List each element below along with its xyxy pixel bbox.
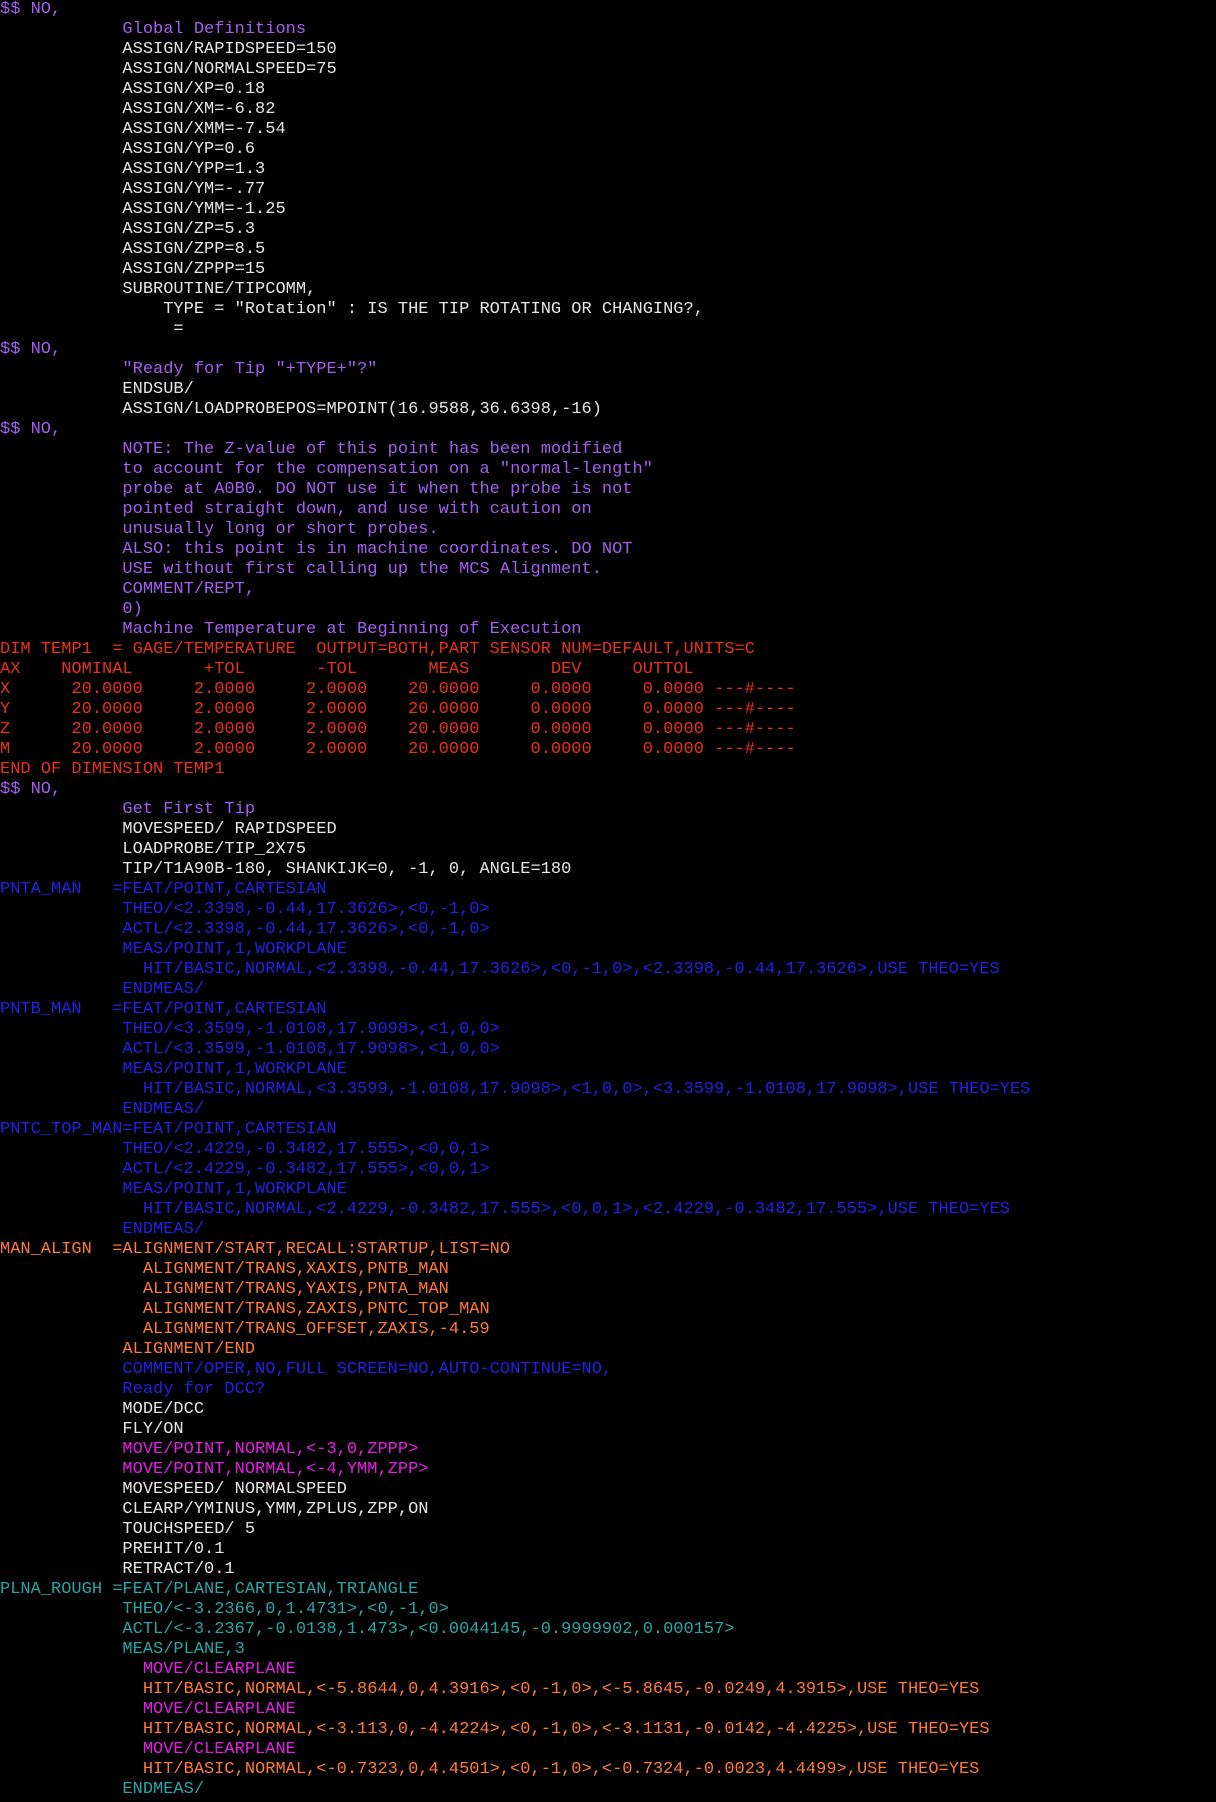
code-line[interactable]: MOVE/CLEARPLANE <box>0 1740 1216 1760</box>
code-line[interactable]: ASSIGN/XMM=-7.54 <box>0 120 1216 140</box>
code-line[interactable]: ASSIGN/XM=-6.82 <box>0 100 1216 120</box>
code-line[interactable]: NOTE: The Z-value of this point has been… <box>0 440 1216 460</box>
code-line[interactable]: THEO/<2.4229,-0.3482,17.555>,<0,0,1> <box>0 1140 1216 1160</box>
code-line[interactable]: MOVE/POINT,NORMAL,<-3,0,ZPPP> <box>0 1440 1216 1460</box>
code-line[interactable]: COMMENT/REPT, <box>0 580 1216 600</box>
code-line[interactable]: ASSIGN/NORMALSPEED=75 <box>0 60 1216 80</box>
code-line[interactable]: CLEARP/YMINUS,YMM,ZPLUS,ZPP,ON <box>0 1500 1216 1520</box>
code-line[interactable]: MOVE/CLEARPLANE <box>0 1660 1216 1680</box>
code-line[interactable]: MEAS/POINT,1,WORKPLANE <box>0 1180 1216 1200</box>
code-line[interactable]: THEO/<-3.2366,0,1.4731>,<0,-1,0> <box>0 1600 1216 1620</box>
code-line[interactable]: FLY/ON <box>0 1420 1216 1440</box>
code-line[interactable]: ENDMEAS/ <box>0 980 1216 1000</box>
code-line[interactable]: MOVE/POINT,NORMAL,<-4,YMM,ZPP> <box>0 1460 1216 1480</box>
code-line[interactable]: MEAS/PLANE,3 <box>0 1640 1216 1660</box>
code-line[interactable]: Y 20.0000 2.0000 2.0000 20.0000 0.0000 0… <box>0 700 1216 720</box>
code-line[interactable]: PNTA_MAN =FEAT/POINT,CARTESIAN <box>0 880 1216 900</box>
code-line[interactable]: ALIGNMENT/TRANS,YAXIS,PNTA_MAN <box>0 1280 1216 1300</box>
code-line[interactable]: ENDSUB/ <box>0 380 1216 400</box>
code-line[interactable]: Ready for DCC? <box>0 1380 1216 1400</box>
program-listing[interactable]: $$ NO, Global Definitions ASSIGN/RAPIDSP… <box>0 0 1216 1802</box>
code-line[interactable]: DIM TEMP1 = GAGE/TEMPERATURE OUTPUT=BOTH… <box>0 640 1216 660</box>
code-line[interactable]: HIT/BASIC,NORMAL,<-3.113,0,-4.4224>,<0,-… <box>0 1720 1216 1740</box>
code-line[interactable]: ACTL/<2.4229,-0.3482,17.555>,<0,0,1> <box>0 1160 1216 1180</box>
code-line[interactable]: MEAS/POINT,1,WORKPLANE <box>0 940 1216 960</box>
code-line[interactable]: RETRACT/0.1 <box>0 1560 1216 1580</box>
code-line[interactable]: PNTB_MAN =FEAT/POINT,CARTESIAN <box>0 1000 1216 1020</box>
code-line[interactable]: Z 20.0000 2.0000 2.0000 20.0000 0.0000 0… <box>0 720 1216 740</box>
code-line[interactable]: ASSIGN/YMM=-1.25 <box>0 200 1216 220</box>
code-line[interactable]: Get First Tip <box>0 800 1216 820</box>
code-line[interactable]: ASSIGN/RAPIDSPEED=150 <box>0 40 1216 60</box>
code-line[interactable]: probe at A0B0. DO NOT use it when the pr… <box>0 480 1216 500</box>
code-line[interactable]: $$ NO, <box>0 420 1216 440</box>
code-line[interactable]: $$ NO, <box>0 0 1216 20</box>
code-line[interactable]: COMMENT/OPER,NO,FULL SCREEN=NO,AUTO-CONT… <box>0 1360 1216 1380</box>
code-line[interactable]: ASSIGN/ZP=5.3 <box>0 220 1216 240</box>
code-line[interactable]: MODE/DCC <box>0 1400 1216 1420</box>
code-line[interactable]: ALIGNMENT/END <box>0 1340 1216 1360</box>
code-line[interactable]: HIT/BASIC,NORMAL,<-0.7323,0,4.4501>,<0,-… <box>0 1760 1216 1780</box>
code-line[interactable]: ASSIGN/XP=0.18 <box>0 80 1216 100</box>
code-line[interactable]: ENDMEAS/ <box>0 1780 1216 1800</box>
code-line[interactable]: X 20.0000 2.0000 2.0000 20.0000 0.0000 0… <box>0 680 1216 700</box>
code-line[interactable]: ASSIGN/LOADPROBEPOS=MPOINT(16.9588,36.63… <box>0 400 1216 420</box>
code-line[interactable]: unusually long or short probes. <box>0 520 1216 540</box>
code-line[interactable]: HIT/BASIC,NORMAL,<2.4229,-0.3482,17.555>… <box>0 1200 1216 1220</box>
code-line[interactable]: "Ready for Tip "+TYPE+"?" <box>0 360 1216 380</box>
code-line[interactable]: ACTL/<3.3599,-1.0108,17.9098>,<1,0,0> <box>0 1040 1216 1060</box>
code-line[interactable]: = <box>0 320 1216 340</box>
code-line[interactable]: PREHIT/0.1 <box>0 1540 1216 1560</box>
code-line[interactable]: HIT/BASIC,NORMAL,<-5.8644,0,4.3916>,<0,-… <box>0 1680 1216 1700</box>
code-line[interactable]: ASSIGN/YM=-.77 <box>0 180 1216 200</box>
code-line[interactable]: TYPE = "Rotation" : IS THE TIP ROTATING … <box>0 300 1216 320</box>
code-line[interactable]: ALSO: this point is in machine coordinat… <box>0 540 1216 560</box>
code-line[interactable]: ALIGNMENT/TRANS,ZAXIS,PNTC_TOP_MAN <box>0 1300 1216 1320</box>
code-line[interactable]: ALIGNMENT/TRANS_OFFSET,ZAXIS,-4.59 <box>0 1320 1216 1340</box>
code-line[interactable]: ALIGNMENT/TRANS,XAXIS,PNTB_MAN <box>0 1260 1216 1280</box>
code-line[interactable]: $$ NO, <box>0 780 1216 800</box>
code-line[interactable]: ACTL/<-3.2367,-0.0138,1.473>,<0.0044145,… <box>0 1620 1216 1640</box>
code-line[interactable]: TOUCHSPEED/ 5 <box>0 1520 1216 1540</box>
code-line[interactable]: SUBROUTINE/TIPCOMM, <box>0 280 1216 300</box>
code-line[interactable]: HIT/BASIC,NORMAL,<2.3398,-0.44,17.3626>,… <box>0 960 1216 980</box>
code-line[interactable]: ASSIGN/ZPP=8.5 <box>0 240 1216 260</box>
code-line[interactable]: to account for the compensation on a "no… <box>0 460 1216 480</box>
code-line[interactable]: MEAS/POINT,1,WORKPLANE <box>0 1060 1216 1080</box>
code-line[interactable]: PNTC_TOP_MAN=FEAT/POINT,CARTESIAN <box>0 1120 1216 1140</box>
code-line[interactable]: Global Definitions <box>0 20 1216 40</box>
code-line[interactable]: 0) <box>0 600 1216 620</box>
code-line[interactable]: MOVE/CLEARPLANE <box>0 1700 1216 1720</box>
code-line[interactable]: pointed straight down, and use with caut… <box>0 500 1216 520</box>
code-line[interactable]: TIP/T1A90B-180, SHANKIJK=0, -1, 0, ANGLE… <box>0 860 1216 880</box>
code-line[interactable]: ASSIGN/YP=0.6 <box>0 140 1216 160</box>
code-line[interactable]: END OF DIMENSION TEMP1 <box>0 760 1216 780</box>
code-line[interactable]: USE without first calling up the MCS Ali… <box>0 560 1216 580</box>
code-line[interactable]: ASSIGN/YPP=1.3 <box>0 160 1216 180</box>
code-line[interactable]: MOVESPEED/ NORMALSPEED <box>0 1480 1216 1500</box>
code-line[interactable]: THEO/<2.3398,-0.44,17.3626>,<0,-1,0> <box>0 900 1216 920</box>
code-line[interactable]: THEO/<3.3599,-1.0108,17.9098>,<1,0,0> <box>0 1020 1216 1040</box>
code-line[interactable]: ACTL/<2.3398,-0.44,17.3626>,<0,-1,0> <box>0 920 1216 940</box>
code-line[interactable]: ASSIGN/ZPPP=15 <box>0 260 1216 280</box>
code-line[interactable]: PLNA_ROUGH =FEAT/PLANE,CARTESIAN,TRIANGL… <box>0 1580 1216 1600</box>
code-line[interactable]: LOADPROBE/TIP_2X75 <box>0 840 1216 860</box>
code-line[interactable]: ENDMEAS/ <box>0 1100 1216 1120</box>
code-line[interactable]: MOVESPEED/ RAPIDSPEED <box>0 820 1216 840</box>
code-line[interactable]: M 20.0000 2.0000 2.0000 20.0000 0.0000 0… <box>0 740 1216 760</box>
code-line[interactable]: ENDMEAS/ <box>0 1220 1216 1240</box>
code-line[interactable]: $$ NO, <box>0 340 1216 360</box>
code-line[interactable]: Machine Temperature at Beginning of Exec… <box>0 620 1216 640</box>
code-line[interactable]: AX NOMINAL +TOL -TOL MEAS DEV OUTTOL <box>0 660 1216 680</box>
code-line[interactable]: MAN_ALIGN =ALIGNMENT/START,RECALL:STARTU… <box>0 1240 1216 1260</box>
code-line[interactable]: HIT/BASIC,NORMAL,<3.3599,-1.0108,17.9098… <box>0 1080 1216 1100</box>
